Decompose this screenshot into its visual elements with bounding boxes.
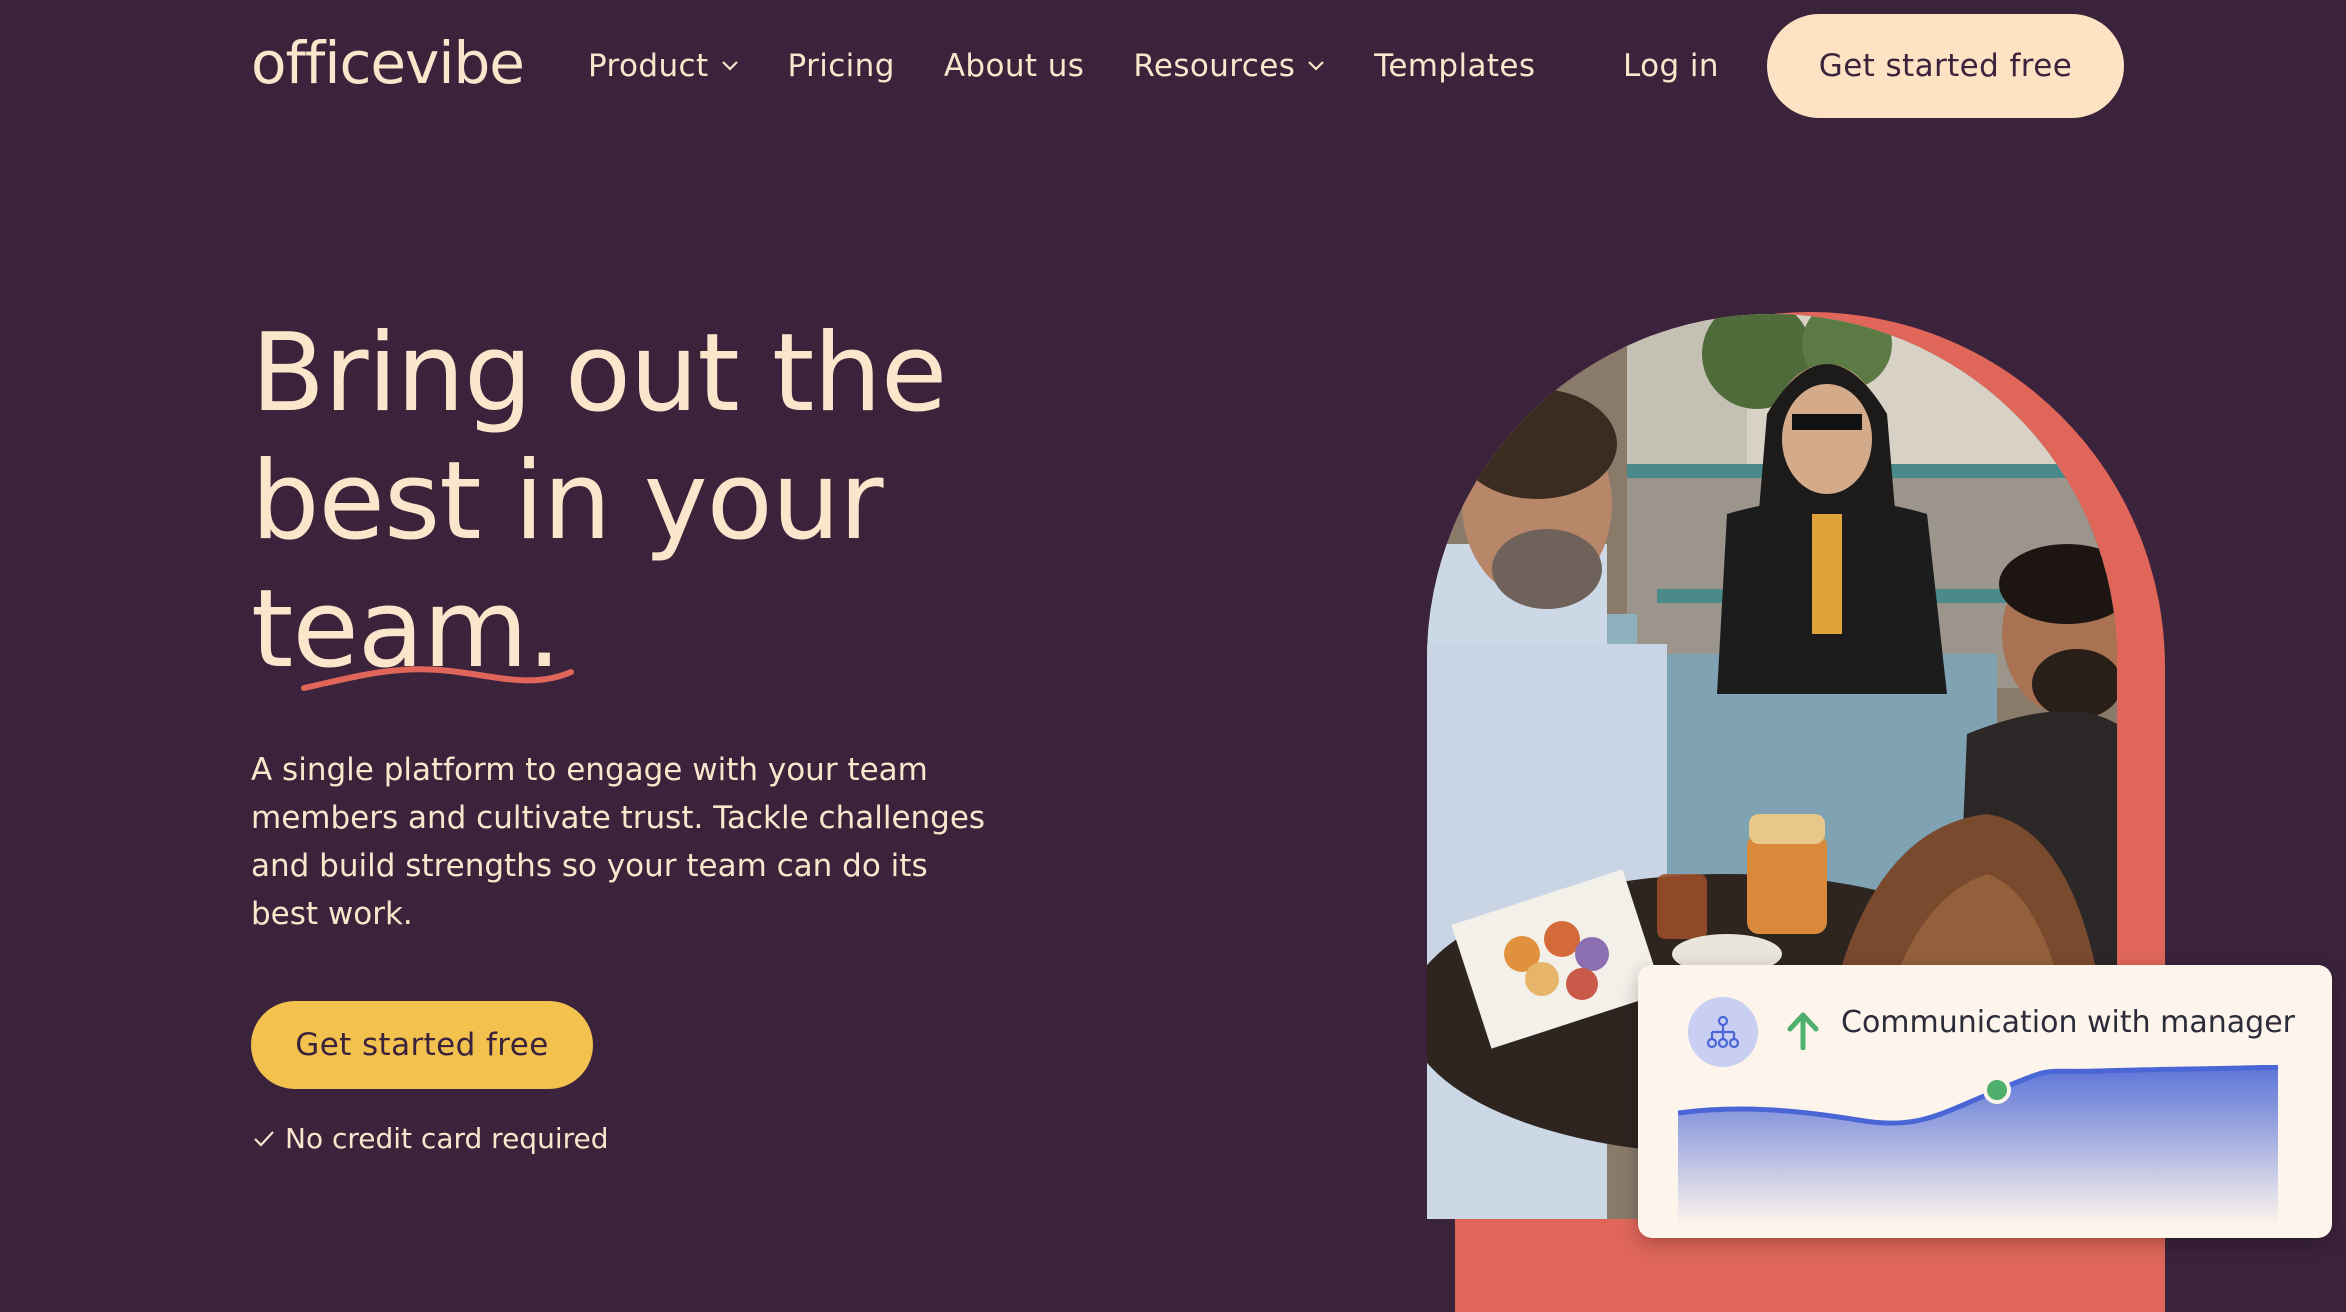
chevron-down-icon <box>721 61 738 71</box>
arrow-up-icon <box>1787 1012 1819 1050</box>
card-title: Communication with manager <box>1841 1005 2296 1040</box>
nav-item-label: Pricing <box>787 48 895 84</box>
nav-item-label: About us <box>943 48 1085 84</box>
officevibe-logo[interactable]: officevibe <box>251 28 525 98</box>
chevron-down-icon <box>1308 61 1325 71</box>
nav-item-templates[interactable]: Templates <box>1374 48 1535 84</box>
checkmark-icon <box>254 1130 274 1147</box>
headline-line: Bring out the <box>251 311 947 436</box>
nav-item-label: Resources <box>1133 48 1296 84</box>
login-link[interactable]: Log in <box>1623 40 1719 92</box>
org-chart-icon <box>1688 997 1758 1067</box>
note-text: No credit card required <box>285 1122 609 1155</box>
hero-headline: Bring out the best in your team. <box>251 310 1051 694</box>
underline-squiggle <box>301 666 574 691</box>
nav-get-started-button[interactable]: Get started free <box>1767 14 2124 118</box>
nav-item-about-us[interactable]: About us <box>944 48 1085 84</box>
trend-point <box>1983 1076 2011 1104</box>
headline-line: best in your <box>251 439 884 564</box>
nav-item-product[interactable]: Product <box>588 48 739 84</box>
metric-card: Communication with manager <box>1638 965 2332 1238</box>
nav-item-label: Templates <box>1374 48 1536 84</box>
no-credit-card-note: No credit card required <box>253 1122 609 1155</box>
hero-subtext: A single platform to engage with your te… <box>251 752 986 932</box>
hero-get-started-button[interactable]: Get started free <box>251 1001 593 1089</box>
nav-item-resources[interactable]: Resources <box>1133 48 1325 84</box>
trend-chart <box>1678 1065 2279 1225</box>
nav-item-pricing[interactable]: Pricing <box>788 48 895 84</box>
nav-item-label: Product <box>588 48 709 84</box>
main-nav: Product Pricing About us Resources Templ… <box>588 40 1584 92</box>
trend-area <box>1678 1067 2278 1225</box>
